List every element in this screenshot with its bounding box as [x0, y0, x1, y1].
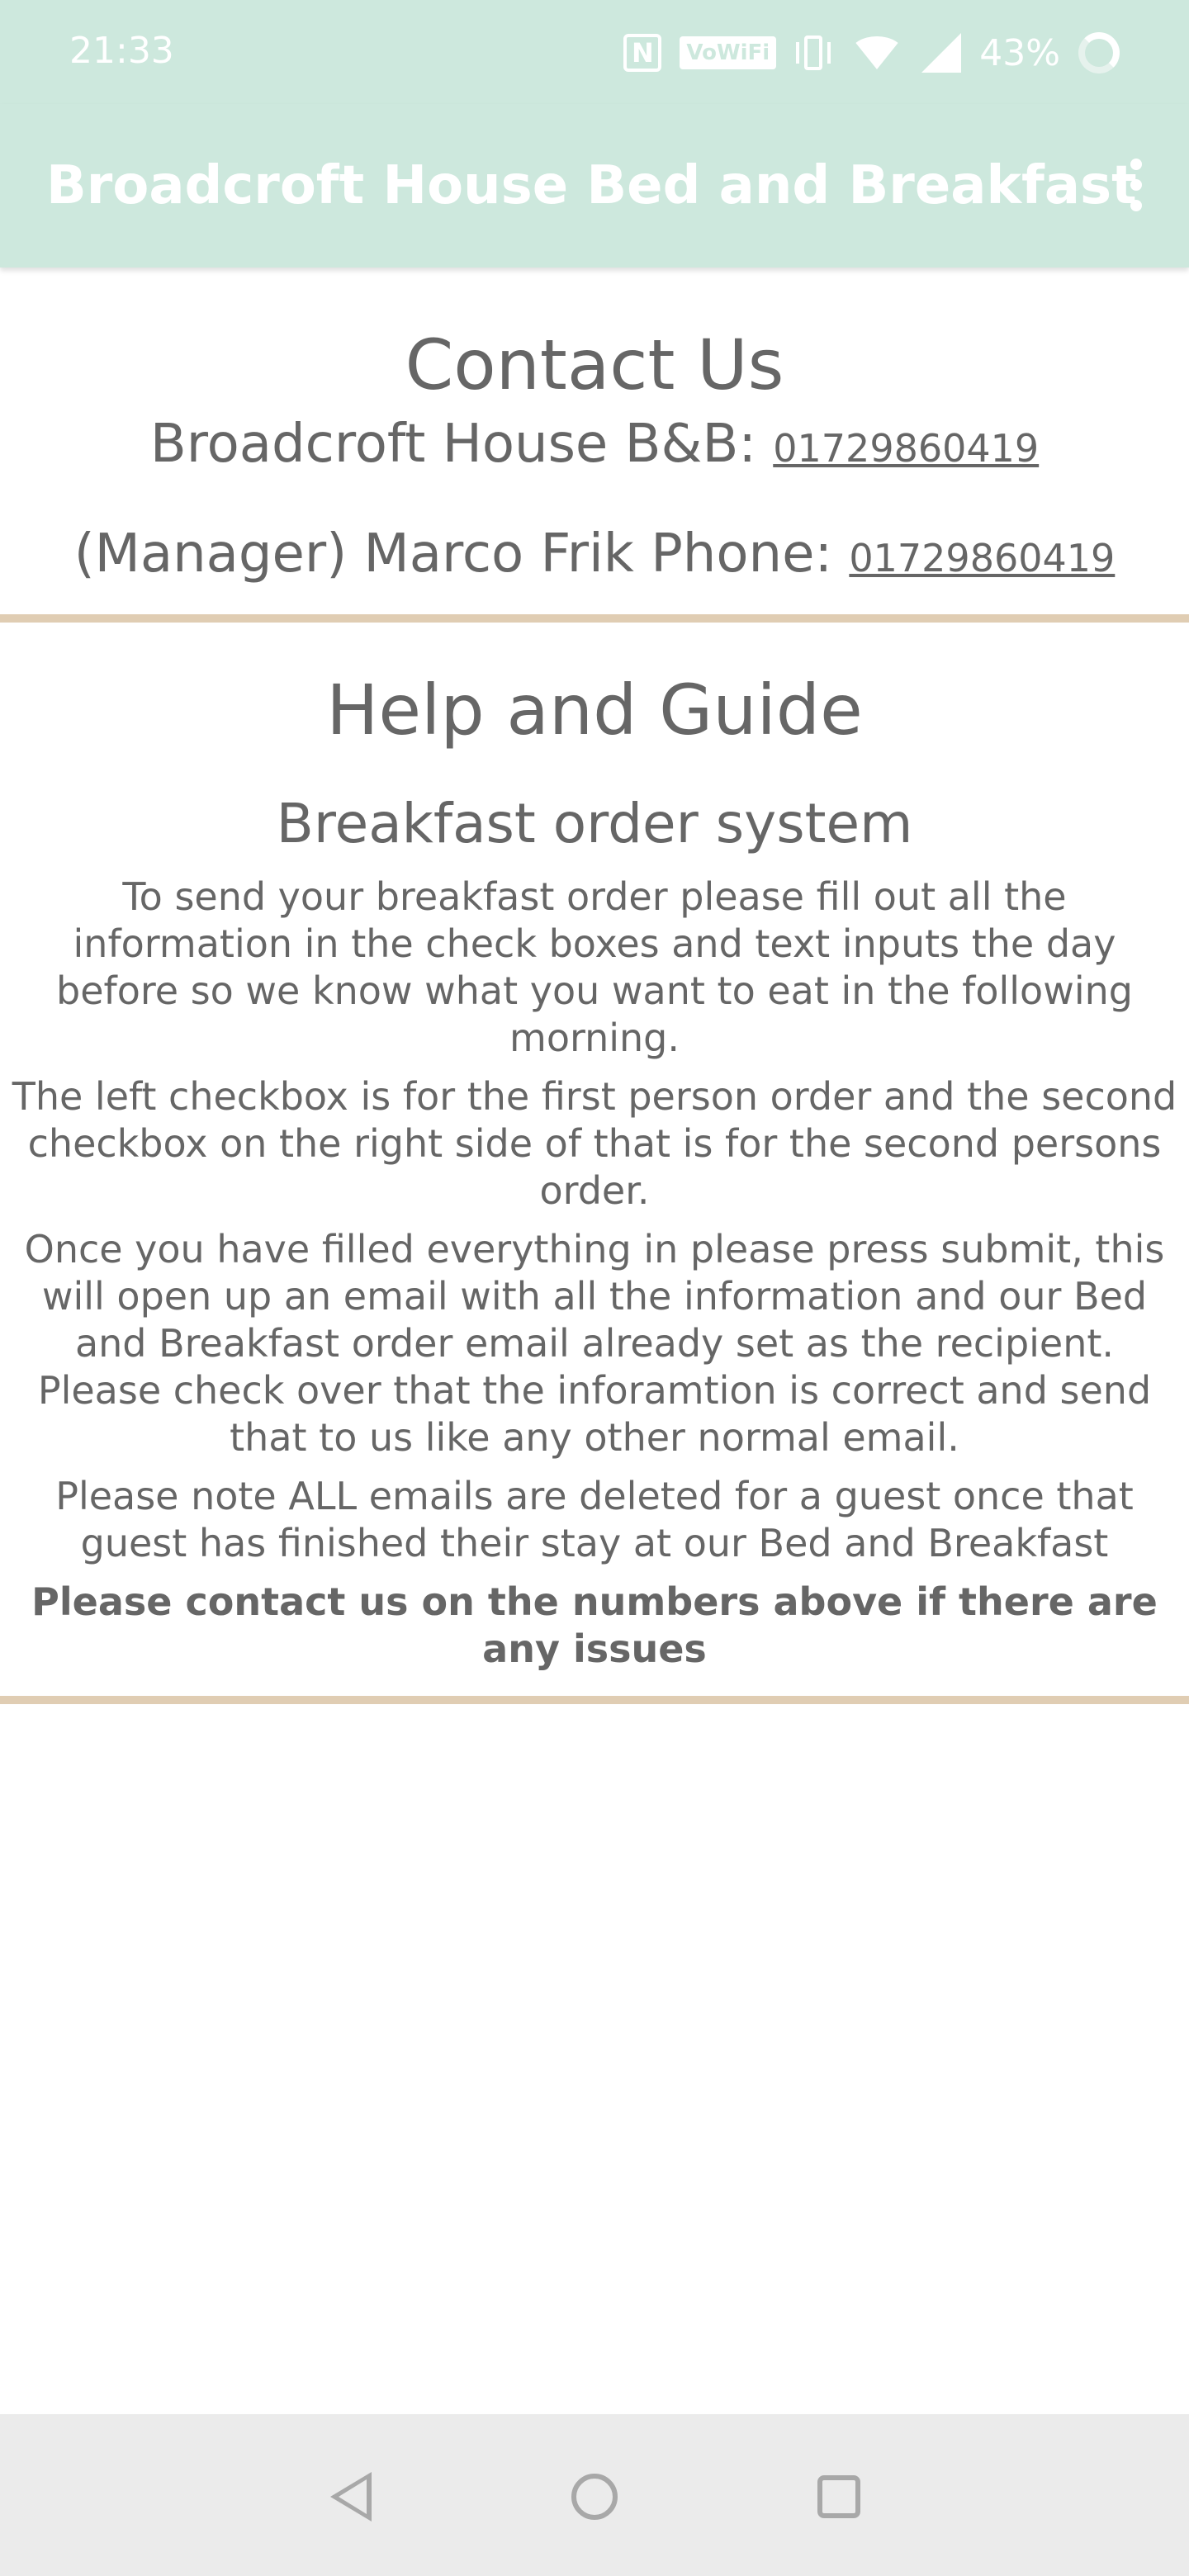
contact-title: Contact Us [405, 324, 784, 405]
help-title: Help and Guide [326, 670, 863, 751]
phone-link-house[interactable]: 01729860419 [773, 426, 1039, 471]
help-paragraph: The left checkbox is for the first perso… [12, 1074, 1177, 1213]
contact-line-manager: (Manager) Marco Frik Phone: 01729860419 [0, 521, 1189, 591]
help-section: Help and Guide Breakfast order system To… [0, 669, 1189, 1673]
wifi-icon [850, 36, 904, 69]
contact-label-manager: (Manager) Marco Frik Phone: [73, 523, 833, 585]
home-icon[interactable] [571, 2474, 618, 2520]
status-bar: 21:33 N VoWiFi 43% [0, 0, 1189, 104]
signal-icon [921, 33, 962, 73]
navigation-bar [0, 2414, 1189, 2576]
help-subtitle: Breakfast order system [276, 792, 913, 855]
help-contact-note: Please contact us on the numbers above i… [31, 1579, 1158, 1671]
contact-section: Contact Us Broadcroft House B&B: 0172986… [0, 324, 1189, 591]
help-paragraph: To send your breakfast order please fill… [56, 874, 1133, 1060]
vowifi-icon: VoWiFi [680, 36, 777, 69]
status-time: 21:33 [69, 30, 174, 72]
status-icons: N VoWiFi 43% [623, 28, 1120, 78]
contact-line-house: Broadcroft House B&B: 01729860419 [0, 411, 1189, 481]
recents-icon[interactable] [817, 2475, 860, 2518]
battery-percentage: 43% [979, 31, 1060, 74]
main-content: Contact Us Broadcroft House B&B: 0172986… [0, 268, 1189, 1704]
divider [0, 614, 1189, 623]
vibrate-icon [794, 34, 832, 72]
nfc-icon: N [623, 34, 662, 72]
contact-label-house: Broadcroft House B&B: [149, 414, 756, 475]
app-bar: Broadcroft House Bed and Breakfast [0, 104, 1189, 268]
phone-link-manager[interactable]: 01729860419 [849, 536, 1115, 580]
back-icon[interactable] [330, 2472, 372, 2522]
help-paragraph: Once you have filled everything in pleas… [24, 1227, 1165, 1460]
app-title: Broadcroft House Bed and Breakfast [46, 155, 1137, 216]
divider [0, 1696, 1189, 1704]
help-paragraph: Please note ALL emails are deleted for a… [55, 1474, 1134, 1565]
more-vert-icon[interactable] [1116, 152, 1156, 218]
battery-icon [1078, 32, 1120, 73]
